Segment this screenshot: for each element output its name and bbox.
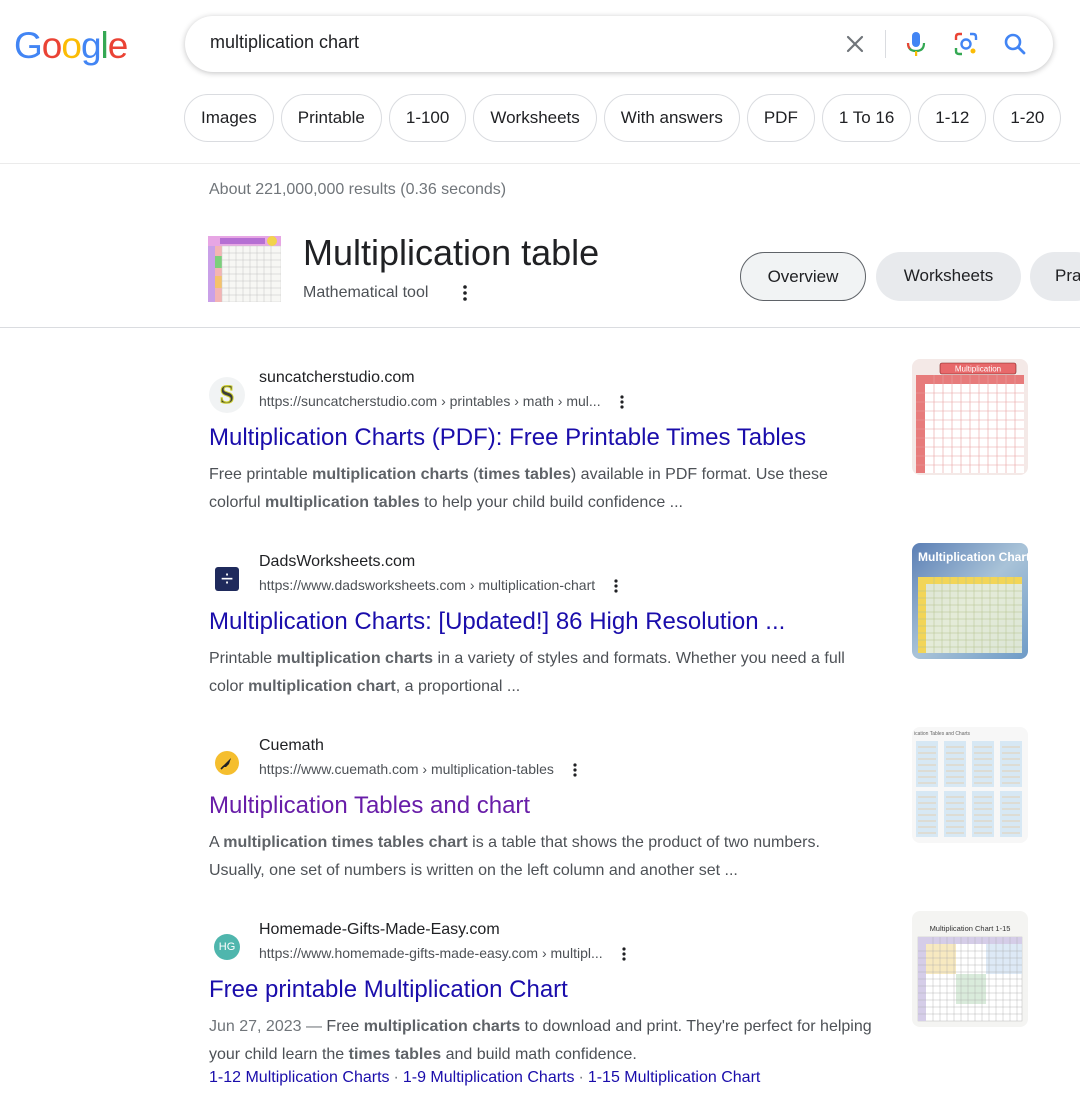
knowledge-divider — [0, 327, 1080, 328]
tab-practice[interactable]: Pra — [1030, 252, 1080, 301]
result-site-name[interactable]: DadsWorksheets.com — [259, 553, 415, 571]
snippet-bold-text: times tables — [478, 466, 571, 483]
logo-letter: g — [80, 25, 102, 66]
search-box[interactable]: multiplication chart — [185, 16, 1053, 72]
snippet-bold-text: multiplication charts — [276, 650, 434, 667]
snippet-bold-text: times tables — [348, 1046, 442, 1063]
snippet-text: to help your child build confidence ... — [419, 494, 683, 511]
snippet-text: , a proportional ... — [395, 678, 521, 695]
knowledge-subtitle: Mathematical tool — [303, 284, 429, 301]
result-thumbnail[interactable]: Multiplication Chart — [912, 543, 1028, 659]
lens-camera-icon[interactable] — [952, 30, 980, 58]
search-divider — [885, 30, 886, 58]
microphone-icon[interactable] — [902, 30, 930, 58]
more-options-icon[interactable] — [617, 394, 627, 410]
snippet-text: ( — [468, 466, 479, 483]
result-title-link[interactable]: Multiplication Charts: [Updated!] 86 Hig… — [209, 608, 785, 636]
snippet-text: Printable — [209, 650, 277, 667]
more-options-icon[interactable] — [458, 283, 472, 303]
result-url[interactable]: https://www.dadsworksheets.com › multipl… — [259, 577, 621, 594]
more-options-icon[interactable] — [619, 946, 629, 962]
search-icon[interactable] — [1001, 30, 1029, 58]
chip-1-12[interactable]: 1-12 — [918, 94, 987, 142]
result-snippet: Printable multiplication charts in a var… — [209, 645, 879, 701]
chip-1-20[interactable]: 1-20 — [993, 94, 1062, 142]
logo-letter: e — [107, 25, 129, 66]
logo-letter: l — [100, 25, 109, 66]
sitelink-1-9[interactable]: 1-9 Multiplication Charts — [403, 1069, 575, 1086]
result-title-link[interactable]: Multiplication Charts (PDF): Free Printa… — [209, 424, 806, 452]
thumb-label: Multiplication — [955, 365, 1001, 374]
suncatcher-favicon-icon[interactable]: S — [209, 377, 245, 413]
google-logo[interactable]: Google — [14, 24, 129, 68]
result-url[interactable]: https://www.cuemath.com › multiplication… — [259, 761, 580, 778]
result-site-name[interactable]: Cuemath — [259, 737, 324, 755]
result-thumbnail[interactable]: Multiplication Chart 1-15 — [912, 911, 1028, 1027]
clear-icon[interactable] — [841, 30, 869, 58]
cuemath-favicon-icon[interactable] — [209, 745, 245, 781]
tab-overview[interactable]: Overview — [740, 252, 866, 301]
snippet-text: Free printable — [209, 466, 313, 483]
result-url[interactable]: https://www.homemade-gifts-made-easy.com… — [259, 945, 629, 962]
knowledge-thumbnail[interactable] — [208, 236, 282, 303]
search-input[interactable]: multiplication chart — [210, 32, 359, 53]
sitelink-separator: · — [393, 1069, 399, 1086]
thumb-label: Multiplication Chart — [918, 550, 1028, 564]
snippet-bold-text: multiplication chart — [248, 678, 396, 695]
sitelink-separator: · — [578, 1069, 584, 1086]
result-title-link[interactable]: Multiplication Tables and chart — [209, 792, 530, 820]
chip-1-to-16[interactable]: 1 To 16 — [821, 94, 912, 142]
snippet-bold-text: multiplication charts — [363, 1018, 521, 1035]
snippet-text: A — [209, 834, 224, 851]
result-thumbnail[interactable]: ication Tables and Charts — [912, 727, 1028, 843]
more-options-icon[interactable] — [611, 578, 621, 594]
logo-letter: o — [61, 25, 82, 66]
snippet-text: Free — [326, 1018, 364, 1035]
dadsworksheets-favicon-icon[interactable]: ÷ — [209, 561, 245, 597]
chip-printable[interactable]: Printable — [280, 94, 382, 142]
sitelink-1-15[interactable]: 1-15 Multiplication Chart — [588, 1069, 761, 1086]
chip-worksheets[interactable]: Worksheets — [473, 94, 597, 142]
logo-letter: G — [14, 25, 43, 66]
more-options-icon[interactable] — [570, 762, 580, 778]
chip-pdf[interactable]: PDF — [746, 94, 815, 142]
filter-chips: Images Printable 1-100 Worksheets With answe… — [184, 94, 1080, 144]
sitelinks: 1-12 Multiplication Charts · 1-9 Multiplic… — [209, 1069, 760, 1087]
result-snippet: Jun 27, 2023 — Free multiplication chart… — [209, 1013, 879, 1069]
result-site-name[interactable]: suncatcherstudio.com — [259, 369, 415, 387]
result-stats: About 221,000,000 results (0.36 seconds) — [209, 181, 507, 198]
thumb-label: Multiplication Chart 1-15 — [930, 924, 1011, 933]
result-snippet: Free printable multiplication charts (ti… — [209, 461, 879, 517]
result-title-link[interactable]: Free printable Multiplication Chart — [209, 976, 568, 1004]
result-snippet: A multiplication times tables chart is a… — [209, 829, 879, 885]
chip-with-answers[interactable]: With answers — [603, 94, 740, 142]
snippet-bold-text: multiplication tables — [265, 494, 420, 511]
result-url[interactable]: https://suncatcherstudio.com › printable… — [259, 393, 627, 410]
chip-1-100[interactable]: 1-100 — [388, 94, 467, 142]
thumb-label: ication Tables and Charts — [914, 731, 971, 737]
result-thumbnail[interactable]: Multiplication — [912, 359, 1028, 475]
snippet-bold-text: multiplication times tables chart — [223, 834, 468, 851]
snippet-text: Jun 27, 2023 — — [209, 1018, 327, 1035]
header-divider — [0, 163, 1080, 164]
tab-worksheets[interactable]: Worksheets — [876, 252, 1021, 301]
sitelink-1-12[interactable]: 1-12 Multiplication Charts — [209, 1069, 390, 1086]
snippet-bold-text: multiplication charts — [312, 466, 469, 483]
result-site-name[interactable]: Homemade-Gifts-Made-Easy.com — [259, 921, 500, 939]
chip-images[interactable]: Images — [184, 94, 274, 142]
logo-letter: o — [41, 25, 63, 66]
snippet-text: and build math confidence. — [441, 1046, 637, 1063]
knowledge-title: Multiplication table — [303, 232, 600, 273]
homemade-gifts-favicon-icon[interactable]: HG — [209, 929, 245, 965]
